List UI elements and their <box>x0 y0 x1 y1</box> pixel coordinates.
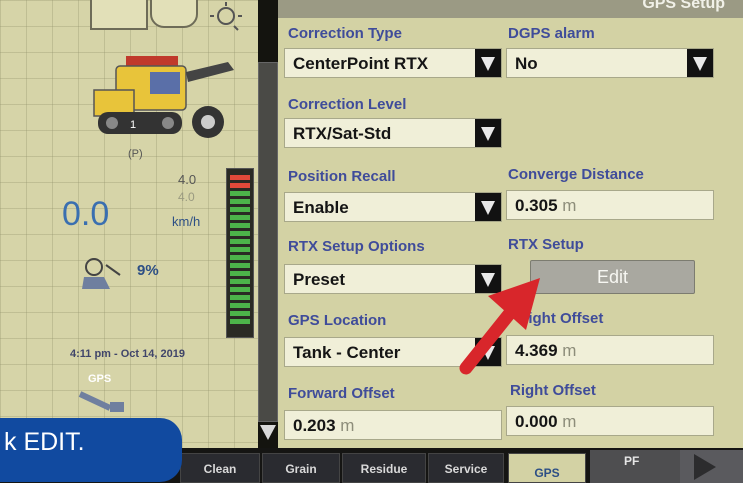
speed-readout: 0.0 <box>62 195 110 233</box>
pointer-arrow-icon <box>459 278 540 375</box>
gps-location-label: GPS Location <box>288 312 387 329</box>
correction-type-label: Correction Type <box>288 25 402 42</box>
gauge-segment <box>230 231 250 236</box>
position-recall-label: Position Recall <box>288 168 396 185</box>
title-bar: GPS Setup <box>278 0 743 18</box>
gauge-segment <box>230 191 250 196</box>
gauge-segment <box>230 239 250 244</box>
converge-distance-unit: m <box>562 196 577 215</box>
right-offset-label: Right Offset <box>510 382 596 399</box>
converge-distance-value: 0.305 m <box>515 196 576 216</box>
rtx-setup-label: RTX Setup <box>508 236 584 253</box>
forward-offset-value: 0.203 m <box>293 416 354 436</box>
gauge-segment <box>230 311 250 316</box>
position-recall-dropdown[interactable]: Enable <box>284 192 502 222</box>
rtx-edit-button[interactable]: Edit <box>530 260 695 294</box>
gauge-segment <box>230 263 250 268</box>
gauge-segment <box>230 207 250 212</box>
height-offset-unit: m <box>562 341 577 360</box>
converge-distance-label: Converge Distance <box>508 166 644 183</box>
forward-offset-number: 0.203 <box>293 416 336 435</box>
forward-offset-unit: m <box>340 416 355 435</box>
gauge-segment <box>230 247 250 252</box>
tab-service[interactable]: Service <box>428 453 504 483</box>
forward-offset-field[interactable]: 0.203 m <box>284 410 502 440</box>
combine-harvester-icon: 1 <box>93 56 234 138</box>
gauge-segment <box>230 175 250 180</box>
correction-level-value: RTX/Sat-Std <box>293 124 392 143</box>
dgps-alarm-dropdown[interactable]: No <box>506 48 714 78</box>
gauge-segment <box>230 255 250 260</box>
light-beacon-icon[interactable] <box>204 0 244 36</box>
datetime-readout: 4:11 pm - Oct 14, 2019 <box>70 348 185 360</box>
scroll-down-arrow-icon[interactable] <box>259 422 277 442</box>
dropdown-arrow-icon[interactable] <box>687 49 713 77</box>
gauge-segment <box>230 319 250 324</box>
gauge-segment <box>230 287 250 292</box>
tab-clean[interactable]: Clean <box>180 453 260 483</box>
dgps-alarm-label: DGPS alarm <box>508 25 595 42</box>
gps-setup-panel: GPS Setup Correction Type CenterPoint RT… <box>278 0 743 448</box>
header-icon-box[interactable] <box>90 0 148 30</box>
grain-tank-icon[interactable] <box>150 0 198 28</box>
gauge-segment <box>230 295 250 300</box>
gauge-segment <box>230 199 250 204</box>
instruction-caption: k EDIT. <box>0 418 182 482</box>
right-offset-unit: m <box>562 412 577 431</box>
satellite-icon <box>78 391 124 412</box>
top-icon-row <box>0 0 258 40</box>
rtx-setup-options-value: Preset <box>293 270 345 289</box>
tab-grain[interactable]: Grain <box>262 453 340 483</box>
dropdown-arrow-icon[interactable] <box>475 193 501 221</box>
gauge-segment <box>230 183 250 188</box>
speed-unit: km/h <box>172 214 201 229</box>
gps-location-value: Tank - Center <box>293 343 401 362</box>
speed-setpoint-top: 4.0 <box>178 172 197 187</box>
speed-setpoint-mid: 4.0 <box>178 190 195 204</box>
gauge-segment <box>230 271 250 276</box>
dgps-alarm-value: No <box>515 54 538 73</box>
scrollbar-thumb[interactable] <box>258 62 278 422</box>
rtx-edit-button-label: Edit <box>596 267 629 287</box>
correction-type-value: CenterPoint RTX <box>293 54 429 73</box>
right-offset-value: 0.000 m <box>515 412 576 432</box>
converge-distance-field[interactable]: 0.305 m <box>506 190 714 220</box>
correction-type-dropdown[interactable]: CenterPoint RTX <box>284 48 502 78</box>
tab-gps[interactable]: GPS <box>508 453 586 483</box>
forward-offset-label: Forward Offset <box>288 385 395 402</box>
load-bar-gauge <box>226 168 254 338</box>
gauge-segment <box>230 223 250 228</box>
tab-pf[interactable]: PF <box>590 450 680 483</box>
rtx-setup-options-label: RTX Setup Options <box>288 238 425 255</box>
right-offset-number: 0.000 <box>515 412 558 431</box>
instruction-caption-text: k EDIT. <box>4 428 85 456</box>
fuel-icon <box>82 258 121 289</box>
correction-level-label: Correction Level <box>288 96 407 113</box>
gauge-segment <box>230 303 250 308</box>
svg-text:1: 1 <box>130 119 136 131</box>
position-recall-value: Enable <box>293 198 349 217</box>
gauge-segment <box>230 279 250 284</box>
correction-level-dropdown[interactable]: RTX/Sat-Std <box>284 118 502 148</box>
next-page-arrow-icon[interactable] <box>680 450 743 483</box>
gps-mini-label: GPS <box>88 373 112 385</box>
dropdown-arrow-icon[interactable] <box>475 49 501 77</box>
gauge-segment <box>230 215 250 220</box>
converge-distance-number: 0.305 <box>515 196 558 215</box>
fuel-percent: 9% <box>137 262 159 279</box>
park-indicator: (P) <box>128 148 143 160</box>
right-offset-field[interactable]: 0.000 m <box>506 406 714 436</box>
left-status-panel: 1 (P) 4.0 4.0 0.0 km/h 9% 4:11 pm - Oct … <box>0 0 258 483</box>
dropdown-arrow-icon[interactable] <box>475 119 501 147</box>
page-title: GPS Setup <box>642 0 725 12</box>
tab-residue[interactable]: Residue <box>342 453 426 483</box>
